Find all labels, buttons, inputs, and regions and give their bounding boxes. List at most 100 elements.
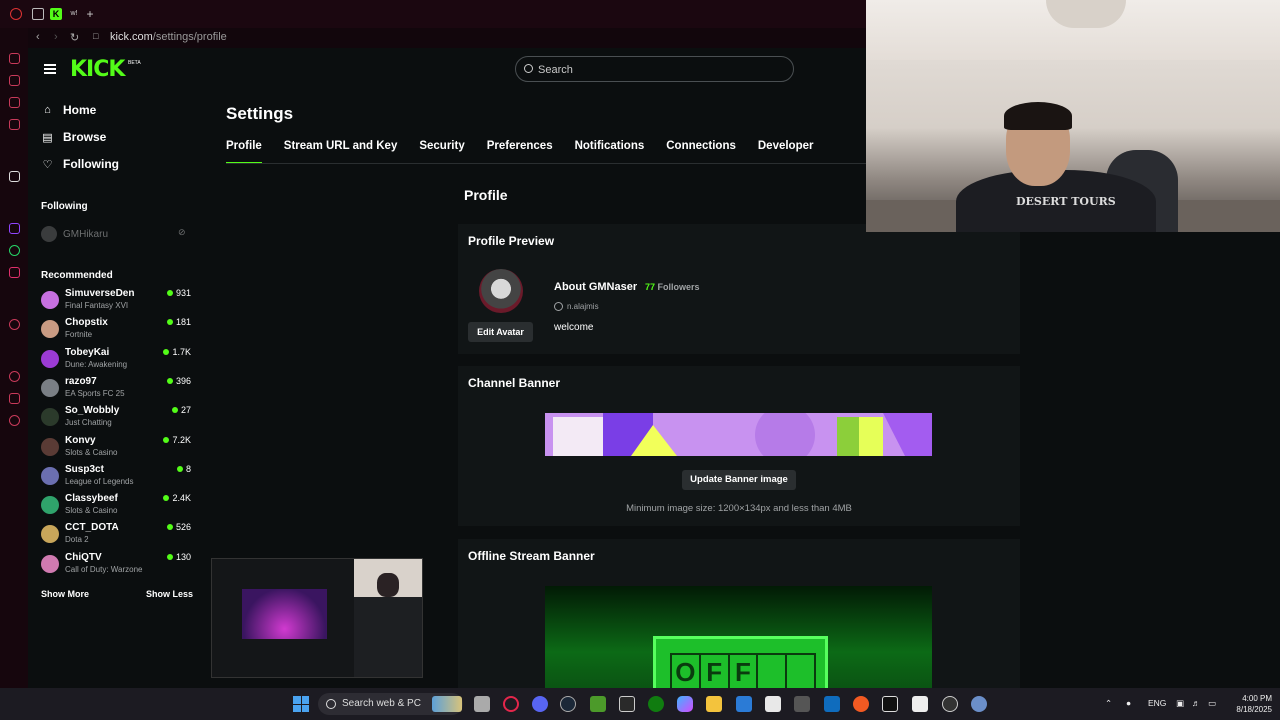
show-more-button[interactable]: Show More [41,589,89,599]
avatar [41,466,59,485]
channel-name: Classybeef [65,493,118,505]
instagram-handle[interactable]: n.alajmis [554,302,599,311]
recommended-channel[interactable]: ChiQTV Call of Duty: Warzone 130 [41,552,191,580]
update-banner-button[interactable]: Update Banner image [682,470,796,490]
viewer-count-value: 27 [180,405,191,416]
copilot-icon[interactable] [677,696,693,712]
app-icon[interactable] [912,696,928,712]
volume-icon[interactable]: ♬ [1192,698,1201,708]
opera-gx-icon[interactable] [503,696,519,712]
recommended-channel[interactable]: Konvy Slots & Casino 7.2K [41,435,191,463]
sidebar-instagram-icon[interactable] [9,267,20,278]
recommended-channel[interactable]: razo97 EA Sports FC 25 396 [41,376,191,404]
nav-browse[interactable]: ▤ Browse [42,127,106,147]
viewer-count-value: 130 [175,551,191,562]
picture-in-picture-preview[interactable] [211,558,423,678]
sidebar-app-icon[interactable] [9,119,20,130]
sidebar-history-icon[interactable] [9,371,20,382]
minecraft-icon[interactable] [590,696,606,712]
store-icon[interactable] [765,696,781,712]
tab-security[interactable]: Security [419,140,464,164]
tab-profile[interactable]: Profile [226,140,262,164]
sidebar-app-icon[interactable] [9,97,20,108]
language-indicator[interactable]: ENG [1148,698,1166,708]
kick-tab-icon[interactable]: K [50,8,62,20]
following-channel-name: GMHikaru [63,228,109,240]
shirt-text: DESERT TOURS [1016,195,1116,208]
offline-banner-title: Offline Stream Banner [468,549,595,563]
channel-name: ChiQTV [65,551,102,563]
tab-stream-url-key[interactable]: Stream URL and Key [284,140,398,164]
recommended-channel[interactable]: Chopstix Fortnite 181 [41,317,191,345]
capcut-icon[interactable] [882,696,898,712]
tab-developer[interactable]: Developer [758,140,814,164]
tray-overflow-icon[interactable]: ⌃ [1105,698,1112,709]
tab-connections[interactable]: Connections [666,140,736,164]
tab-switcher-icon[interactable] [32,8,44,20]
battery-icon[interactable]: ▭ [1208,698,1216,709]
reload-icon[interactable]: ↻ [70,31,79,44]
kick-logo[interactable]: KICK [70,57,125,82]
discord-icon[interactable] [532,696,548,712]
sidebar-player-icon[interactable] [9,319,20,330]
search-input[interactable]: Search [515,56,794,82]
nav-browse-label: Browse [63,130,107,144]
network-icon[interactable]: ▣ [1176,698,1184,709]
outlook-icon[interactable] [824,696,840,712]
back-icon[interactable]: ‹ [36,31,40,43]
sidebar-settings-icon[interactable] [9,415,20,426]
recommended-channel[interactable]: SimuverseDen Final Fantasy XVI 931 [41,288,191,316]
following-channel[interactable]: GMHikaru [41,226,108,242]
other-tab-icon[interactable]: w! [68,8,80,20]
live-dot-icon [166,377,173,384]
recommended-heading: Recommended [41,270,113,281]
sidebar-extensions-icon[interactable] [9,393,20,404]
recommended-channel[interactable]: TobeyKai Dune: Awakening 1.7K [41,347,191,375]
viewer-count: 396 [166,376,191,386]
widgets-icon[interactable] [432,696,462,712]
off-letter: F [701,655,730,688]
new-tab-icon[interactable]: + [84,8,96,20]
sidebar-aria-icon[interactable] [9,171,20,182]
tab-notifications[interactable]: Notifications [575,140,645,164]
file-explorer-icon[interactable] [706,696,722,712]
edit-avatar-button[interactable]: Edit Avatar [468,322,533,342]
avatar [41,378,59,397]
recommended-channel[interactable]: Susp3ct League of Legends 8 [41,464,191,492]
opera-logo-icon[interactable] [10,8,22,20]
avatar [41,525,59,544]
nav-following[interactable]: ♡ Following [42,154,119,174]
tab-preferences[interactable]: Preferences [487,140,553,164]
lock-icon: □ [93,31,99,41]
channel-banner-card: Channel Banner Update Banner image Minim… [458,366,1020,526]
sidebar-app-icon[interactable] [9,75,20,86]
channel-name: CCT_DOTA [65,522,119,534]
nav-following-label: Following [63,157,119,171]
sidebar-whatsapp-icon[interactable] [9,245,20,256]
vscode-icon[interactable] [736,696,752,712]
obs-icon[interactable] [942,696,958,712]
sidebar-app-icon[interactable] [9,53,20,64]
recommended-channel[interactable]: Classybeef Slots & Casino 2.4K [41,493,191,521]
channel-name: razo97 [65,375,97,387]
xbox-icon[interactable] [648,696,664,712]
viewer-count-value: 7.2K [172,434,191,445]
brave-icon[interactable] [853,696,869,712]
url-text[interactable]: kick.com/settings/profile [110,31,227,43]
forward-icon[interactable]: › [54,31,58,43]
microphone-icon[interactable]: ● [1126,698,1131,708]
task-view-icon[interactable] [474,696,490,712]
sidebar-twitch-icon[interactable] [9,223,20,234]
steam-icon[interactable] [560,696,576,712]
system-clock[interactable]: 4:00 PM 8/18/2025 [1228,693,1272,715]
recommended-channel[interactable]: So_Wobbly Just Chatting 27 [41,405,191,433]
settings-gear-icon[interactable] [971,696,987,712]
windows-start-icon[interactable] [293,696,309,712]
menu-icon[interactable] [44,64,56,74]
offline-icon: ⊘ [178,227,186,237]
recommended-channel[interactable]: CCT_DOTA Dota 2 526 [41,522,191,550]
show-less-button[interactable]: Show Less [146,589,193,599]
epic-games-icon[interactable] [619,696,635,712]
nav-home[interactable]: ⌂ Home [42,100,96,120]
app-icon[interactable] [794,696,810,712]
